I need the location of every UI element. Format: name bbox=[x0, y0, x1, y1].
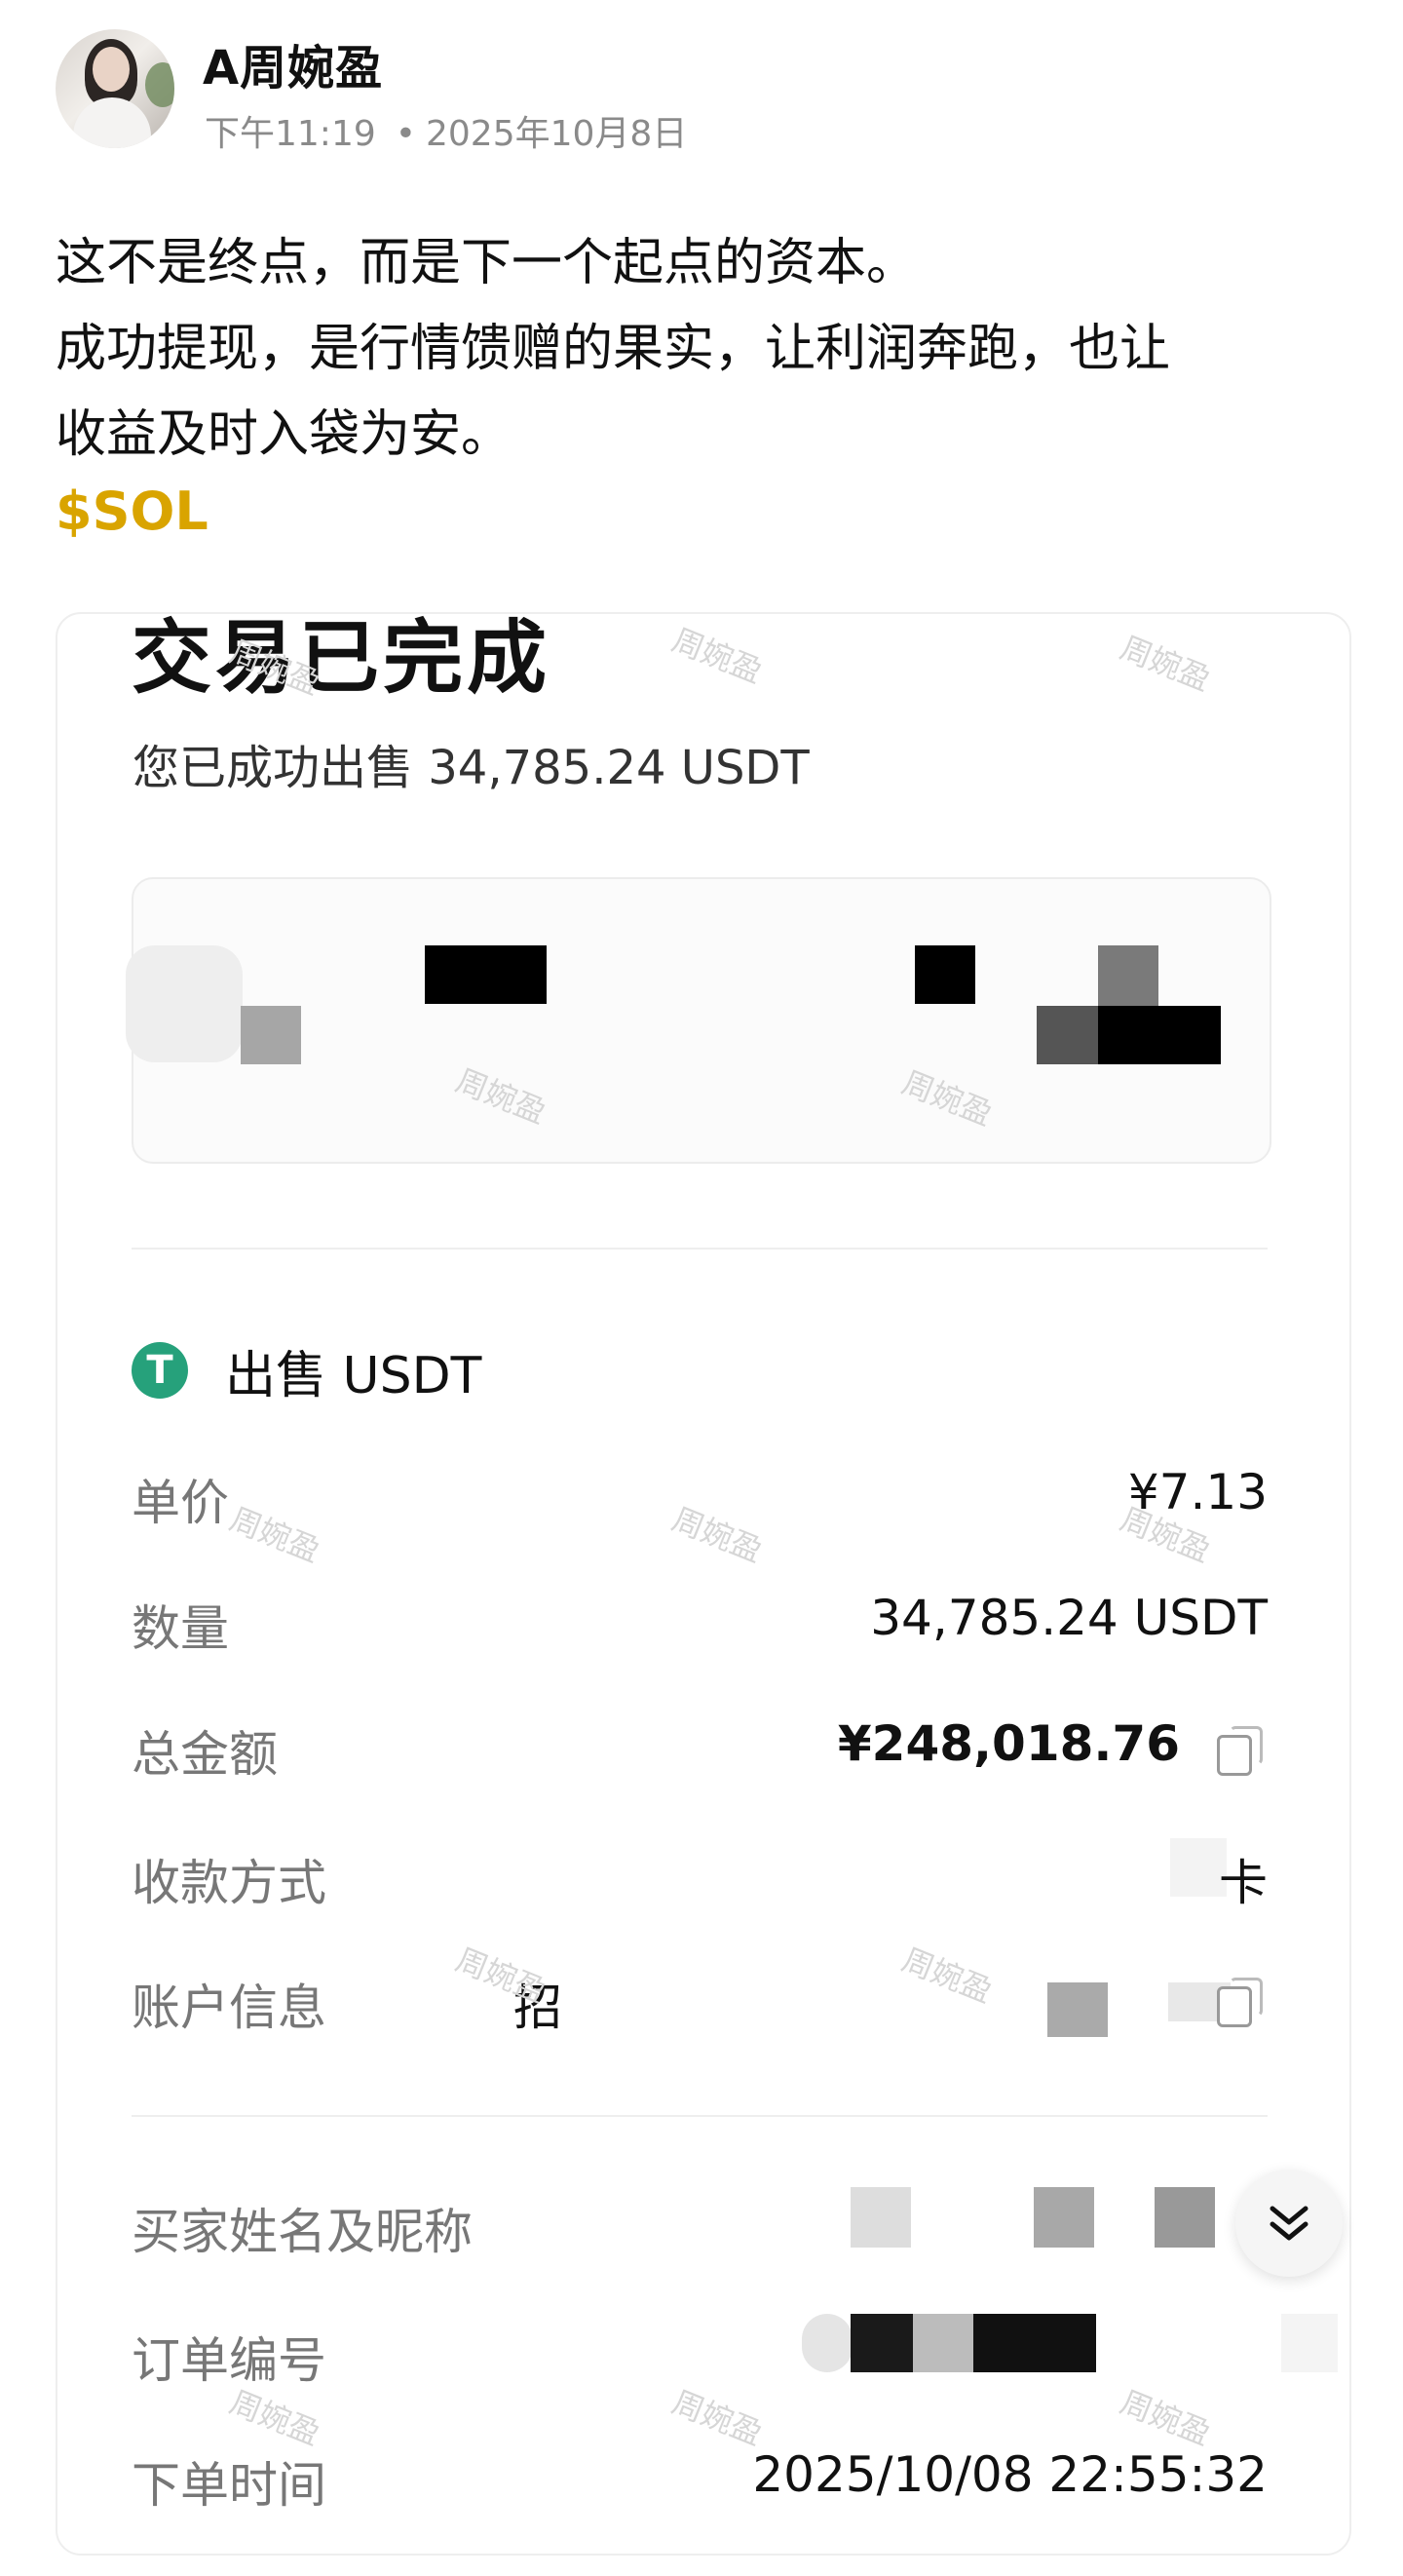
censor-block bbox=[851, 2314, 913, 2372]
post-line: 这不是终点，而是下一个起点的资本。 bbox=[56, 234, 918, 292]
censor-block bbox=[973, 2314, 1096, 2372]
watermark-text: 周婉盈 bbox=[1115, 629, 1216, 699]
censor-block bbox=[126, 945, 243, 1062]
censor-block bbox=[1098, 1006, 1221, 1064]
section-divider bbox=[132, 2115, 1268, 2117]
censor-block bbox=[1281, 2314, 1338, 2372]
trade-status-subtitle: 您已成功出售 34,785.24 USDT bbox=[133, 741, 810, 795]
censor-block bbox=[1037, 1006, 1099, 1064]
tether-icon: T bbox=[132, 1342, 188, 1399]
attached-screenshot[interactable]: 交易已完成 您已成功出售 34,785.24 USDT T 出售 USDT 单价… bbox=[56, 612, 1351, 2556]
section-divider bbox=[132, 1248, 1268, 1250]
row-label: 订单编号 bbox=[132, 2332, 326, 2389]
asset-label: 出售 USDT bbox=[225, 1346, 482, 1405]
row-label: 收款方式 bbox=[132, 1855, 326, 1911]
censor-block bbox=[913, 2314, 973, 2372]
row-label: 下单时间 bbox=[132, 2457, 326, 2514]
row-label: 买家姓名及昵称 bbox=[132, 2204, 473, 2260]
row-value: ¥248,018.76 bbox=[837, 1715, 1180, 1772]
row-label: 总金额 bbox=[132, 1726, 278, 1783]
censor-block bbox=[241, 1006, 301, 1064]
author-name[interactable]: A周婉盈 bbox=[203, 29, 383, 97]
double-chevron-down-icon bbox=[1270, 2206, 1308, 2241]
asset-header: T 出售 USDT bbox=[132, 1341, 481, 1405]
row-label: 账户信息 bbox=[132, 1980, 326, 2036]
scroll-down-button[interactable] bbox=[1235, 2170, 1343, 2277]
row-value: 34,785.24 USDT bbox=[870, 1590, 1268, 1646]
post-text: 这不是终点，而是下一个起点的资本。 成功提现，是行情馈赠的果实，让利润奔跑，也让… bbox=[56, 220, 1361, 478]
detail-row-order-number: 订单编号 bbox=[132, 2314, 1338, 2390]
post-date: 2025年10月8日 bbox=[425, 114, 688, 154]
row-value: 2025/10/08 22:55:32 bbox=[752, 2446, 1268, 2503]
author-avatar[interactable] bbox=[56, 29, 174, 148]
row-label: 数量 bbox=[132, 1600, 229, 1657]
trade-status-title: 交易已完成 bbox=[132, 612, 551, 705]
censor-block bbox=[802, 2314, 853, 2372]
post-meta: 下午11:19 • 2025年10月8日 bbox=[205, 105, 687, 156]
censor-block bbox=[1034, 2187, 1094, 2248]
censor-block bbox=[915, 945, 975, 1004]
detail-row-account-info: 账户信息 招 bbox=[132, 1969, 1268, 2037]
detail-row-total-amount: 总金额 ¥248,018.76 bbox=[132, 1715, 1268, 1784]
separator-dot: • bbox=[395, 114, 416, 154]
detail-row-payment-method: 收款方式 卡 bbox=[132, 1838, 1268, 1912]
censor-block bbox=[1155, 2187, 1215, 2248]
detail-row-buyer-name: 买家姓名及昵称 bbox=[132, 2187, 1268, 2261]
censor-block bbox=[1098, 945, 1158, 1006]
censor-block bbox=[1047, 1982, 1108, 2037]
copy-icon[interactable] bbox=[1217, 1726, 1263, 1776]
post-line: 成功提现，是行情馈赠的果实，让利润奔跑，也让 bbox=[56, 320, 1171, 378]
censor-block bbox=[425, 945, 547, 1004]
post-time: 下午11:19 bbox=[205, 114, 376, 154]
detail-row-order-time: 下单时间 2025/10/08 22:55:32 bbox=[132, 2446, 1268, 2515]
detail-row-quantity: 数量 34,785.24 USDT bbox=[132, 1590, 1268, 1658]
cashtag-link[interactable]: $SOL bbox=[56, 481, 209, 542]
censor-block bbox=[851, 2187, 911, 2248]
post-line: 收益及时入袋为安。 bbox=[56, 405, 512, 464]
copy-icon[interactable] bbox=[1217, 1978, 1263, 2027]
watermark-text: 周婉盈 bbox=[666, 621, 768, 691]
row-value: 卡 bbox=[1219, 1855, 1268, 1911]
row-label: 单价 bbox=[132, 1475, 229, 1531]
